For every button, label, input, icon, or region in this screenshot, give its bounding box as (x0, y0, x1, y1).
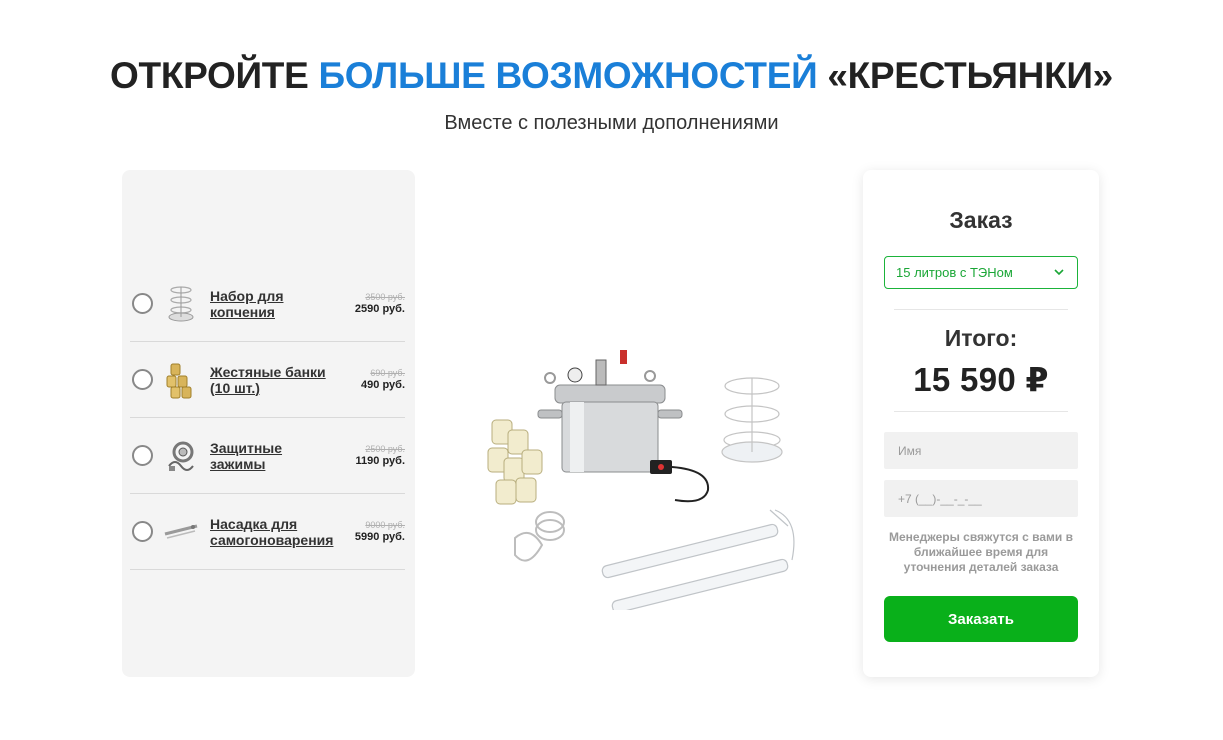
addon-link[interactable]: Набор для копчения (210, 288, 340, 320)
autoclave-illustration (537, 350, 710, 503)
new-price: 2590 руб. (354, 303, 405, 315)
cans-illustration (487, 419, 543, 505)
clamps-illustration (514, 511, 565, 562)
divider (894, 411, 1068, 412)
new-price: 490 руб. (361, 379, 405, 391)
addon-list: Набор для копчения 3500 руб. 2590 руб. Ж… (130, 266, 405, 570)
list-item[interactable]: Насадка для самогоноварения 9000 руб. 59… (130, 494, 405, 570)
name-field[interactable] (884, 432, 1078, 469)
addons-panel: Набор для копчения 3500 руб. 2590 руб. Ж… (122, 170, 415, 677)
old-price: 2500 руб. (365, 444, 405, 454)
phone-field[interactable] (884, 480, 1078, 517)
order-title: Заказ (949, 207, 1013, 233)
new-price: 1190 руб. (355, 455, 405, 467)
list-item[interactable]: Набор для копчения 3500 руб. 2590 руб. (130, 266, 405, 342)
addon-link[interactable]: Насадка для самогоноварения (210, 516, 340, 548)
title-part-1: ОТКРОЙТЕ (110, 55, 319, 96)
addon-prices: 690 руб. 490 руб. (361, 367, 405, 392)
list-item[interactable]: Жестяные банки (10 шт.) 690 руб. 490 руб… (130, 342, 405, 418)
divider (894, 309, 1068, 310)
addon-radio[interactable] (132, 293, 153, 314)
safety-clamps-icon (168, 441, 194, 471)
title-accent: БОЛЬШЕ ВОЗМОЖНОСТЕЙ (318, 55, 818, 96)
new-price: 5990 руб. (354, 531, 405, 543)
smoking-racks-icon (168, 285, 194, 321)
addon-link[interactable]: Жестяные банки (10 шт.) (210, 364, 340, 396)
addon-prices: 3500 руб. 2590 руб. (355, 291, 405, 316)
distiller-illustration (601, 509, 795, 610)
tin-cans-icon (166, 363, 192, 398)
addon-radio[interactable] (132, 521, 153, 542)
order-button[interactable]: Заказать (884, 596, 1078, 642)
addon-prices: 9000 руб. 5990 руб. (355, 519, 405, 544)
page-title: ОТКРОЙТЕ БОЛЬШЕ ВОЗМОЖНОСТЕЙ «КРЕСТЬЯНКИ… (0, 55, 1223, 97)
total-value: 15 590 ₽ (913, 361, 1049, 398)
addon-prices: 2500 руб. 1190 руб. (356, 443, 405, 468)
page-subtitle: Вместе с полезными дополнениями (444, 112, 779, 134)
addon-link[interactable]: Защитные зажимы (210, 440, 340, 472)
manager-note: Менеджеры свяжутся с вами в ближайшее вр… (889, 530, 1073, 574)
volume-select-value: 15 литров с ТЭНом (896, 265, 1013, 280)
total-label: Итого: (944, 325, 1018, 351)
old-price: 9000 руб. (365, 520, 405, 530)
order-form: Заказ 15 литров с ТЭНом Итого: 15 590 ₽ … (863, 170, 1099, 677)
list-item[interactable]: Защитные зажимы 2500 руб. 1190 руб. (130, 418, 405, 494)
old-price: 690 руб. (370, 368, 405, 378)
racks-illustration (721, 377, 783, 463)
addon-radio[interactable] (132, 445, 153, 466)
volume-select[interactable]: 15 литров с ТЭНом (884, 256, 1078, 289)
old-price: 3500 руб. (365, 292, 405, 302)
chevron-down-icon (1054, 269, 1064, 276)
addon-radio[interactable] (132, 369, 153, 390)
autoclave-set-image (487, 350, 795, 610)
distiller-attachment-icon (164, 524, 198, 539)
title-part-2: «КРЕСТЬЯНКИ» (817, 55, 1113, 96)
